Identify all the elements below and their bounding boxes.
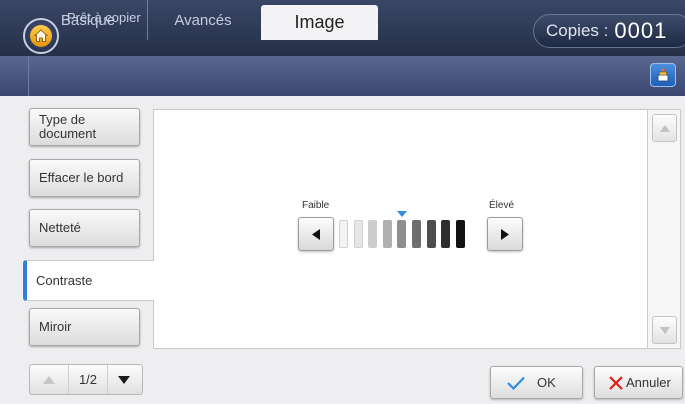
contrast-level-segment[interactable] (441, 220, 451, 248)
contrast-low-label: Faible (302, 200, 330, 211)
option-miroir[interactable]: Miroir (29, 308, 140, 346)
option-nettete[interactable]: Netteté (29, 209, 140, 247)
copies-label: Copies : (546, 21, 609, 40)
option-label: Type de document (39, 112, 97, 141)
job-settings-button[interactable] (650, 63, 676, 87)
contrast-level-segment[interactable] (455, 220, 465, 248)
triangle-up-icon (659, 124, 670, 132)
option-type-de-document[interactable]: Type de document (29, 108, 140, 146)
triangle-down-icon (118, 375, 130, 384)
tab-image[interactable]: Image (261, 5, 378, 40)
page-indicator: 1/2 (68, 365, 108, 394)
ok-button[interactable]: OK (490, 366, 583, 399)
checkmark-icon (507, 376, 525, 390)
contrast-level-segment[interactable] (339, 220, 348, 248)
contrast-level-segment[interactable] (368, 220, 378, 248)
option-contraste[interactable]: Contraste (23, 260, 154, 301)
ok-label: OK (537, 375, 556, 390)
triangle-up-icon (43, 375, 55, 384)
scrollbar[interactable] (648, 109, 681, 349)
page-prev-button[interactable] (30, 365, 68, 394)
arrow-right-icon (501, 228, 509, 240)
scroll-down-button[interactable] (652, 316, 677, 344)
scroll-up-button[interactable] (652, 114, 677, 142)
arrow-left-icon (312, 228, 320, 240)
cancel-button[interactable]: Annuler (594, 366, 683, 399)
contrast-level-segment[interactable] (412, 220, 421, 248)
tab-avances[interactable]: Avancés (148, 0, 258, 40)
contrast-level-marker (396, 211, 407, 217)
tab-basique[interactable]: Basique (29, 0, 148, 40)
close-icon (609, 375, 623, 390)
option-label: Miroir (39, 319, 72, 334)
contrast-level-segment[interactable] (426, 220, 436, 248)
option-label: Netteté (39, 220, 81, 235)
document-stack-icon (657, 68, 669, 82)
triangle-down-icon (659, 326, 670, 334)
contrast-level-segment[interactable] (382, 220, 392, 248)
copies-counter[interactable]: Copies : 0001 (533, 14, 685, 48)
contrast-high-label: Élevé (489, 200, 515, 211)
option-label: Effacer le bord (39, 170, 124, 185)
contrast-increase-button[interactable] (487, 217, 523, 251)
tab-divider (28, 56, 29, 96)
tab-bar (0, 56, 685, 96)
option-label: Contraste (36, 272, 93, 288)
contrast-level-segment[interactable] (353, 220, 363, 248)
option-effacer-le-bord[interactable]: Effacer le bord (29, 159, 140, 197)
copies-value: 0001 (614, 18, 668, 43)
page-next-button[interactable] (106, 365, 142, 394)
cancel-label: Annuler (626, 375, 671, 390)
contrast-level-segment[interactable] (397, 220, 407, 248)
contrast-decrease-button[interactable] (298, 217, 334, 251)
page-navigator: 1/2 (29, 364, 143, 395)
